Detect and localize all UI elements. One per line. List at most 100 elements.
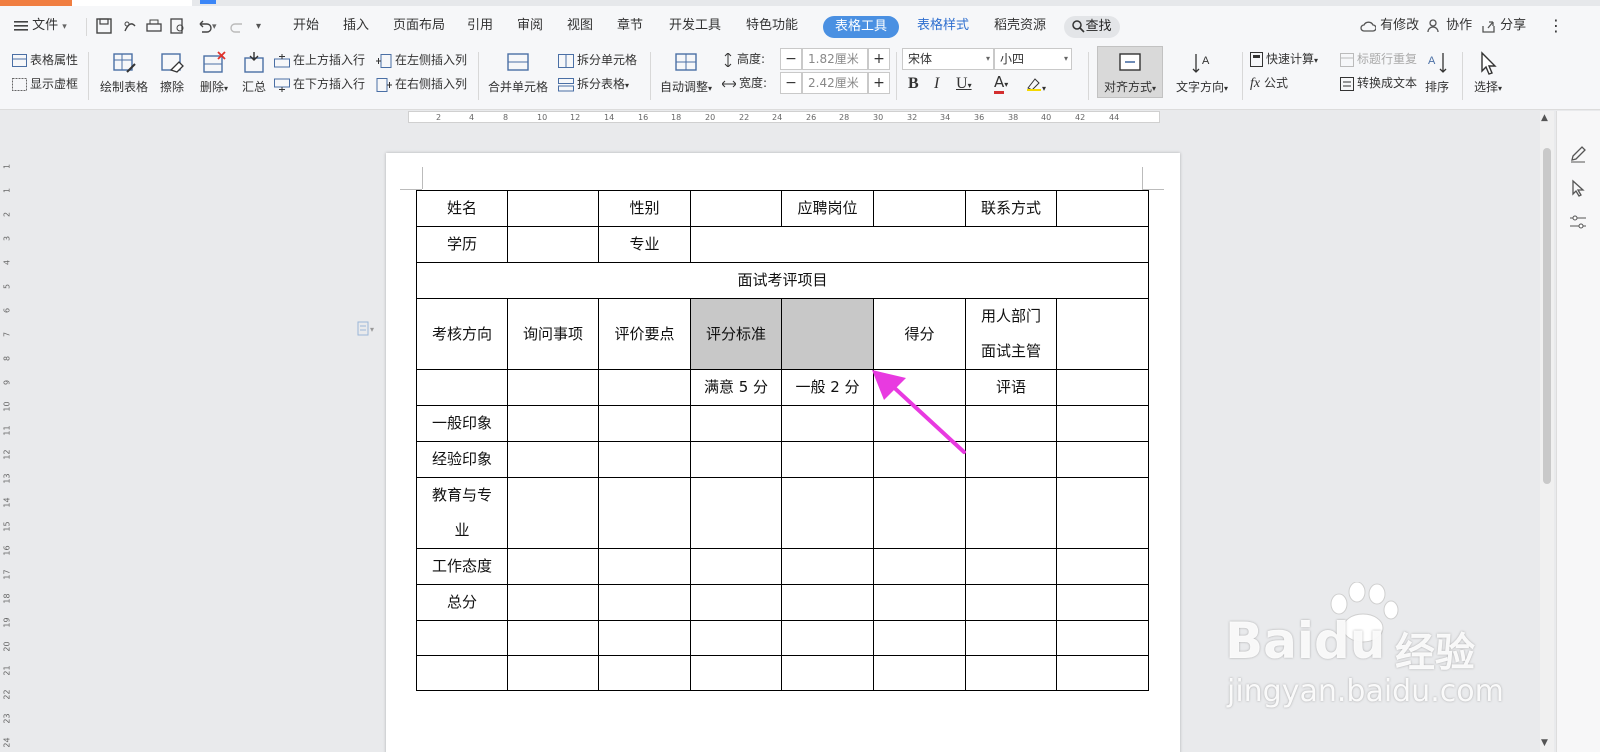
table-cell[interactable] (873, 655, 966, 691)
table-cell[interactable] (690, 405, 782, 442)
height-input[interactable]: 1.82厘米 (802, 48, 868, 70)
text-direction-button[interactable]: A 文字方向▾ (1170, 50, 1234, 95)
split-table-button[interactable]: 拆分表格▾ (558, 74, 629, 94)
highlight-button[interactable]: ▾ (1026, 75, 1046, 94)
table-cell[interactable] (690, 548, 782, 585)
table-cell[interactable] (781, 620, 874, 656)
table-cell[interactable] (873, 620, 966, 656)
table-cell[interactable] (507, 477, 599, 549)
table-cell[interactable] (965, 655, 1057, 691)
table-cell[interactable] (690, 226, 1149, 263)
table-cell[interactable] (598, 369, 691, 406)
font-name-select[interactable]: 宋体 ▾ (902, 48, 994, 70)
horizontal-ruler[interactable]: 2 4 8 10 12 14 16 18 20 22 24 26 28 30 32 34 36 38 40 42 44 (408, 111, 1160, 123)
search-button[interactable]: 查找 (1064, 16, 1120, 38)
table-cell[interactable] (507, 226, 599, 263)
vertical-ruler[interactable]: 1 1 2 3 4 5 6 7 8 9 10 11 12 13 14 15 16 17 18 19 20 21 22 23 24 (0, 112, 14, 752)
draw-table-button[interactable]: 绘制表格 (96, 50, 152, 95)
width-decrease-button[interactable]: − (780, 72, 802, 94)
table-cell[interactable] (416, 369, 508, 406)
tab-resources[interactable]: 稻壳资源 (994, 6, 1046, 46)
show-gridlines-button[interactable]: 显示虚框 (12, 74, 78, 94)
sort-button[interactable]: A 排序 (1420, 50, 1454, 95)
insert-col-right-button[interactable]: 在右侧插入列 (376, 74, 467, 94)
scroll-down-icon[interactable]: ▼ (1541, 738, 1548, 748)
save-icon[interactable] (96, 6, 112, 46)
table-cell[interactable]: 专业 (598, 226, 691, 263)
tab-table-tools[interactable]: 表格工具 (823, 16, 899, 38)
tab-references[interactable]: 引用 (467, 6, 493, 46)
table-cell[interactable] (598, 620, 691, 656)
tab-chapter[interactable]: 章节 (617, 6, 643, 46)
tab-view[interactable]: 视图 (567, 6, 593, 46)
table-cell[interactable] (1056, 477, 1149, 549)
table-cell[interactable]: 工作态度 (416, 548, 508, 585)
table-cell[interactable] (1056, 655, 1149, 691)
table-cell[interactable]: 总分 (416, 584, 508, 621)
height-decrease-button[interactable]: − (780, 48, 802, 70)
table-cell[interactable] (1056, 369, 1149, 406)
height-increase-button[interactable]: + (868, 48, 890, 70)
table-cell[interactable] (507, 441, 599, 478)
table-cell[interactable] (965, 620, 1057, 656)
table-cell[interactable] (598, 655, 691, 691)
table-cell[interactable] (1056, 298, 1149, 370)
table-cell[interactable]: 评语 (965, 369, 1057, 406)
table-cell[interactable] (965, 441, 1057, 478)
tab-insert[interactable]: 插入 (343, 6, 369, 46)
tab-table-style[interactable]: 表格样式 (917, 6, 969, 46)
bold-button[interactable]: B (908, 75, 919, 93)
erase-button[interactable]: 擦除 (154, 50, 190, 95)
pointer-icon[interactable] (1569, 179, 1587, 200)
table-cell[interactable] (873, 584, 966, 621)
undo-icon[interactable]: ▾ (196, 6, 217, 46)
table-cell[interactable] (781, 441, 874, 478)
table-cell[interactable] (690, 190, 782, 227)
table-cell[interactable] (781, 655, 874, 691)
quick-calc-button[interactable]: 快速计算▾ (1250, 49, 1318, 69)
table-cell[interactable] (965, 477, 1057, 549)
tab-page-layout[interactable]: 页面布局 (393, 6, 445, 46)
table-cell[interactable] (873, 190, 966, 227)
more-chevron-icon[interactable]: ▾ (256, 6, 261, 46)
table-cell[interactable] (598, 405, 691, 442)
table-cell[interactable] (781, 584, 874, 621)
pen-icon[interactable] (1569, 145, 1587, 166)
table-cell[interactable] (598, 441, 691, 478)
convert-to-text-button[interactable]: 转换成文本 (1340, 73, 1417, 93)
selected-cell[interactable] (781, 298, 874, 370)
select-button[interactable]: 选择▾ (1468, 50, 1508, 95)
table-cell[interactable] (1056, 441, 1149, 478)
table-cell[interactable] (507, 190, 599, 227)
table-cell[interactable] (1056, 548, 1149, 585)
table-cell[interactable] (690, 441, 782, 478)
modified-status[interactable]: 有修改 (1360, 6, 1419, 46)
table-cell[interactable]: 得分 (873, 298, 966, 370)
table-cell[interactable] (507, 655, 599, 691)
table-cell[interactable]: 应聘岗位 (781, 190, 874, 227)
table-cell[interactable]: 经验印象 (416, 441, 508, 478)
table-props-button[interactable]: 表格属性 (12, 50, 78, 70)
tab-developer[interactable]: 开发工具 (669, 6, 721, 46)
table-cell[interactable] (598, 548, 691, 585)
table-cell[interactable] (965, 548, 1057, 585)
italic-button[interactable]: I (934, 75, 939, 93)
table-cell[interactable] (690, 477, 782, 549)
delete-button[interactable]: 删除▾ (194, 50, 234, 95)
table-cell[interactable] (781, 405, 874, 442)
collaborate-button[interactable]: 协作 (1427, 6, 1472, 46)
auto-fit-button[interactable]: 自动调整▾ (656, 50, 716, 95)
table-cell[interactable] (690, 584, 782, 621)
table-cell[interactable] (965, 405, 1057, 442)
table-cell[interactable] (1056, 620, 1149, 656)
paragraph-marker-icon[interactable]: ▾ (357, 321, 379, 340)
insert-col-left-button[interactable]: 在左侧插入列 (376, 50, 467, 70)
file-menu[interactable]: 文件 ▾ (14, 6, 67, 46)
settings-sliders-icon[interactable] (1569, 213, 1587, 234)
share-button[interactable]: 分享 (1481, 6, 1526, 46)
width-increase-button[interactable]: + (868, 72, 890, 94)
table-cell[interactable]: 评价要点 (598, 298, 691, 370)
selected-cell[interactable]: 评分标准 (690, 298, 782, 370)
table-cell[interactable] (1056, 405, 1149, 442)
table-cell[interactable] (507, 548, 599, 585)
